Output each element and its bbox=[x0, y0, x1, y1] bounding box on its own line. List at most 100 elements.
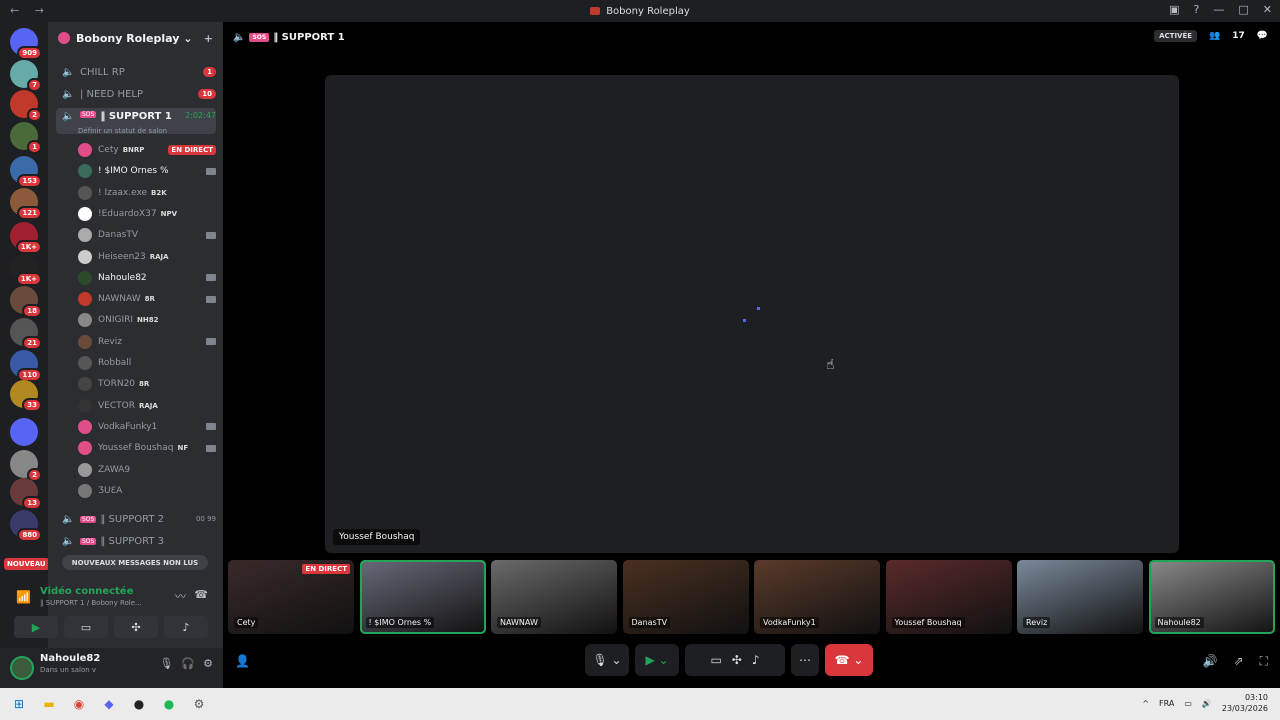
participant-tile[interactable]: NAWNAW bbox=[491, 560, 617, 634]
windows-start-icon[interactable]: ⊞ bbox=[8, 693, 30, 715]
voice-location[interactable]: ‖ SUPPORT 1 / Bobony Role... bbox=[40, 599, 142, 607]
voice-member[interactable]: Youssef Boushaq NF bbox=[78, 438, 216, 458]
voice-member[interactable]: Nahoule82 bbox=[78, 268, 216, 288]
voice-member[interactable]: DanasTV bbox=[78, 225, 216, 245]
discord-icon[interactable]: ◆ bbox=[98, 693, 120, 715]
voice-member[interactable]: Cety BNRP EN DIRECT bbox=[78, 140, 216, 160]
guild-header[interactable]: Bobony Roleplay ⌄ + bbox=[48, 22, 223, 54]
server-icon[interactable]: 33 bbox=[10, 380, 42, 412]
hang-up-button[interactable]: ☎ ⌄ bbox=[825, 644, 873, 676]
mention-badge: 10 bbox=[198, 89, 216, 99]
server-icon[interactable]: 13 bbox=[10, 478, 42, 510]
focused-stream[interactable]: Youssef Boushaq bbox=[325, 75, 1179, 553]
voice-member[interactable]: VECTOR RAJA bbox=[78, 396, 216, 416]
avatar bbox=[78, 398, 92, 413]
inbox-icon[interactable]: ▣ bbox=[1169, 3, 1179, 16]
chevron-up-icon[interactable]: ^ bbox=[1142, 699, 1149, 708]
camera-icon bbox=[206, 167, 216, 175]
noise-suppression-icon[interactable]: 〰 bbox=[175, 588, 186, 604]
minimize-button[interactable]: — bbox=[1213, 3, 1224, 16]
server-icon[interactable]: 153 bbox=[10, 156, 42, 188]
headphones-icon[interactable]: 🎧 bbox=[181, 657, 195, 670]
participant-tile[interactable]: ! $IMO Ornes % bbox=[359, 560, 486, 634]
server-icon[interactable]: 110 bbox=[10, 350, 42, 382]
voice-member[interactable]: Reviz bbox=[78, 332, 216, 352]
participant-tile[interactable]: DanasTV bbox=[622, 560, 749, 634]
voice-member[interactable]: !EduardoX37 NPV bbox=[78, 204, 216, 224]
voice-member[interactable]: Heiseen23 RAJA bbox=[78, 247, 216, 267]
file-explorer-icon[interactable]: ▬ bbox=[38, 693, 60, 715]
soundboard-button[interactable]: ♪ bbox=[164, 616, 208, 638]
server-icon[interactable]: 121 bbox=[10, 188, 42, 220]
voice-member[interactable]: ! Izaax.exe B2K bbox=[78, 183, 216, 203]
channel-need-help[interactable]: 🔈 | NEED HELP 10 bbox=[56, 84, 216, 104]
signal-icon[interactable]: 📶 bbox=[16, 590, 31, 604]
server-icon[interactable]: 18 bbox=[10, 286, 42, 318]
voice-member[interactable]: ƷUƐA bbox=[78, 481, 216, 501]
server-icon[interactable]: 1K+ bbox=[10, 254, 42, 286]
server-icon[interactable]: 2 bbox=[10, 450, 42, 482]
chat-icon[interactable]: 💬 bbox=[1257, 31, 1268, 41]
new-messages-pill[interactable]: NOUVEAUX MESSAGES NON LUS bbox=[62, 555, 208, 570]
server-icon[interactable]: 1K+ bbox=[10, 222, 42, 254]
server-icon[interactable]: 2 bbox=[10, 90, 42, 122]
microphone-toggle[interactable]: 🎙 ⌄ bbox=[585, 644, 629, 676]
channel-support-3[interactable]: 🔈 SOS ‖ SUPPORT 3 bbox=[56, 531, 216, 551]
voice-member[interactable]: Robball bbox=[78, 353, 216, 373]
invite-icon[interactable]: + bbox=[204, 32, 213, 45]
activee-badge[interactable]: ACTIVÉE bbox=[1154, 30, 1198, 42]
close-button[interactable]: ✕ bbox=[1263, 3, 1272, 16]
participant-tile[interactable]: VodkaFunky1 bbox=[754, 560, 880, 634]
activities-icon[interactable]: ✣ bbox=[732, 653, 742, 667]
obs-icon[interactable]: ● bbox=[128, 693, 150, 715]
channel-chill-rp[interactable]: 🔈 CHILL RP 1 bbox=[56, 62, 216, 82]
call-view: 🔈 SOS ‖ SUPPORT 1 ACTIVÉE 👥 17 💬 Youssef… bbox=[223, 22, 1280, 688]
more-options-icon[interactable]: ⋯ bbox=[791, 644, 819, 676]
help-icon[interactable]: ? bbox=[1194, 3, 1200, 16]
camera-toggle[interactable]: ▶ ⌄ bbox=[635, 644, 679, 676]
channel-status[interactable]: Définir un statut de salon bbox=[78, 127, 167, 135]
members-icon[interactable]: 👥 bbox=[1209, 31, 1220, 41]
voice-member[interactable]: NAWNAW 8R bbox=[78, 289, 216, 309]
new-servers-badge[interactable]: NOUVEAU bbox=[4, 558, 49, 570]
microphone-icon[interactable]: 🎙 bbox=[159, 657, 173, 670]
spotify-icon[interactable]: ● bbox=[158, 693, 180, 715]
participant-tile[interactable]: Cety EN DIRECT bbox=[228, 560, 354, 634]
popout-icon[interactable]: ⇗ bbox=[1234, 654, 1244, 669]
disconnect-icon[interactable]: ☎ bbox=[194, 588, 208, 601]
chrome-icon[interactable]: ◉ bbox=[68, 693, 90, 715]
voice-member[interactable]: ! $IMO Ornes % bbox=[78, 161, 216, 181]
voice-member[interactable]: ZAWA9 bbox=[78, 460, 216, 480]
participant-tile[interactable]: Reviz bbox=[1017, 560, 1143, 634]
maximize-button[interactable]: □ bbox=[1238, 3, 1248, 16]
participant-tile[interactable]: Youssef Boushaq bbox=[885, 560, 1012, 634]
volume-icon[interactable]: 🔊 bbox=[1202, 699, 1212, 708]
voice-member[interactable]: ONIGIRI NH82 bbox=[78, 310, 216, 330]
fullscreen-icon[interactable]: ⛶ bbox=[1260, 654, 1268, 669]
settings-icon[interactable]: ⚙ bbox=[188, 693, 210, 715]
server-icon[interactable]: 880 bbox=[10, 510, 42, 542]
voice-member[interactable]: VodkaFunky1 bbox=[78, 417, 216, 437]
screen-share-button[interactable]: ▭ bbox=[64, 616, 108, 638]
volume-icon[interactable]: 🔊 bbox=[1203, 654, 1218, 669]
server-icon[interactable]: 7 bbox=[10, 60, 42, 92]
screen-share-icon[interactable]: ▭ bbox=[710, 653, 721, 667]
camera-button[interactable]: ▶ bbox=[14, 616, 58, 638]
language-indicator[interactable]: FRA bbox=[1159, 699, 1174, 708]
add-people-icon[interactable]: 👤 bbox=[235, 654, 250, 668]
server-icon[interactable]: 909 bbox=[10, 28, 42, 60]
server-icon[interactable]: 21 bbox=[10, 318, 42, 350]
activities-button[interactable]: ✣ bbox=[114, 616, 158, 638]
clock[interactable]: 03:10 23/03/2026 bbox=[1222, 692, 1268, 714]
nav-arrows-icon[interactable]: ← → bbox=[10, 4, 50, 17]
participant-tile[interactable]: Nahoule82 bbox=[1148, 560, 1275, 634]
soundboard-icon[interactable]: ♪ bbox=[752, 653, 760, 667]
avatar[interactable] bbox=[10, 656, 34, 680]
voice-member[interactable]: TORN20 8R bbox=[78, 374, 216, 394]
network-icon[interactable]: ▭ bbox=[1184, 699, 1192, 708]
server-icon[interactable]: 1 bbox=[10, 122, 42, 154]
settings-gear-icon[interactable]: ⚙ bbox=[203, 657, 213, 670]
server-icon[interactable] bbox=[10, 418, 38, 446]
channel-support-2[interactable]: 🔈 SOS ‖ SUPPORT 2 00 99 bbox=[56, 509, 216, 529]
username[interactable]: Nahoule82 bbox=[40, 653, 100, 664]
